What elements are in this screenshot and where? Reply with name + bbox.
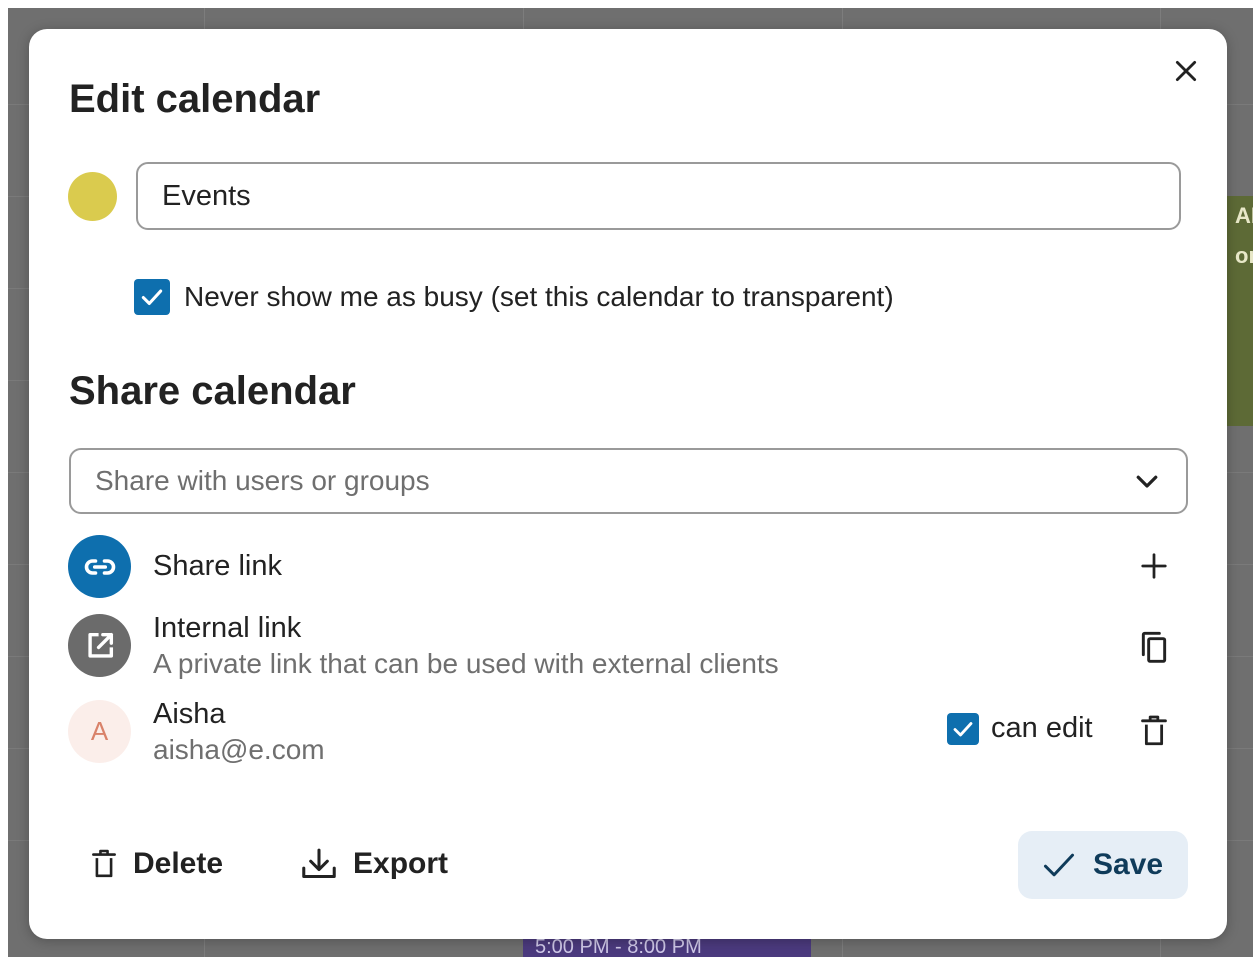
transparent-checkbox-row[interactable]: Never show me as busy (set this calendar…: [134, 279, 894, 315]
share-user-name: Aisha: [153, 698, 226, 730]
checkmark-icon: [141, 289, 163, 306]
transparent-checkbox-label: Never show me as busy (set this calendar…: [184, 281, 894, 312]
chevron-down-icon: [1136, 475, 1158, 488]
checkmark-icon: [953, 721, 973, 736]
plus-icon: [1141, 553, 1167, 579]
background-event-text: AM or: [1235, 203, 1253, 268]
delete-button[interactable]: Delete: [91, 831, 223, 897]
avatar-initial: A: [90, 716, 109, 747]
trash-icon: [1141, 715, 1167, 746]
export-button-label: Export: [353, 847, 449, 880]
add-share-link-button[interactable]: [1132, 544, 1176, 588]
share-entry-row: A Aisha aisha@e.com: [68, 697, 325, 767]
can-edit-label: can edit: [991, 712, 1093, 744]
save-button-label: Save: [1092, 848, 1164, 881]
background-event-time: 5:00 PM - 8:00 PM: [535, 936, 702, 957]
open-in-new-icon: [87, 632, 113, 658]
can-edit-toggle[interactable]: can edit: [947, 712, 1093, 745]
transparent-checkbox[interactable]: [134, 279, 170, 315]
download-icon: [302, 848, 336, 878]
background-event[interactable]: AM or: [1227, 196, 1253, 426]
remove-share-button[interactable]: [1132, 709, 1176, 753]
share-with-select[interactable]: Share with users or groups: [69, 448, 1188, 514]
delete-button-label: Delete: [133, 847, 224, 880]
save-button[interactable]: Save: [1018, 831, 1188, 899]
share-with-placeholder: Share with users or groups: [95, 465, 430, 496]
can-edit-checkbox[interactable]: [947, 712, 979, 745]
share-user-email: aisha@e.com: [153, 733, 325, 765]
calendar-name-input[interactable]: [136, 162, 1181, 230]
internal-link-label: Internal link: [153, 612, 302, 644]
dialog-title: Edit calendar: [69, 77, 321, 121]
edit-calendar-dialog: Edit calendar Never show me as busy (set…: [29, 29, 1227, 939]
trash-icon: [92, 849, 116, 878]
close-icon: [1175, 60, 1197, 82]
check-icon: [1043, 853, 1074, 877]
share-section-title: Share calendar: [69, 369, 356, 413]
internal-link-avatar: [68, 614, 131, 678]
link-icon: [84, 558, 115, 575]
export-button[interactable]: Export: [301, 831, 448, 897]
share-link-label: Share link: [153, 550, 282, 583]
copy-internal-link-button[interactable]: [1132, 626, 1176, 670]
internal-link-description: A private link that can be used with ext…: [153, 647, 779, 679]
avatar: A: [68, 700, 131, 764]
share-link-avatar: [68, 535, 131, 598]
share-link-row: Share link: [68, 535, 282, 598]
close-button[interactable]: [1166, 51, 1206, 91]
calendar-color-picker[interactable]: [68, 172, 117, 221]
internal-link-row: Internal link A private link that can be…: [68, 611, 779, 681]
copy-icon: [1141, 631, 1167, 663]
